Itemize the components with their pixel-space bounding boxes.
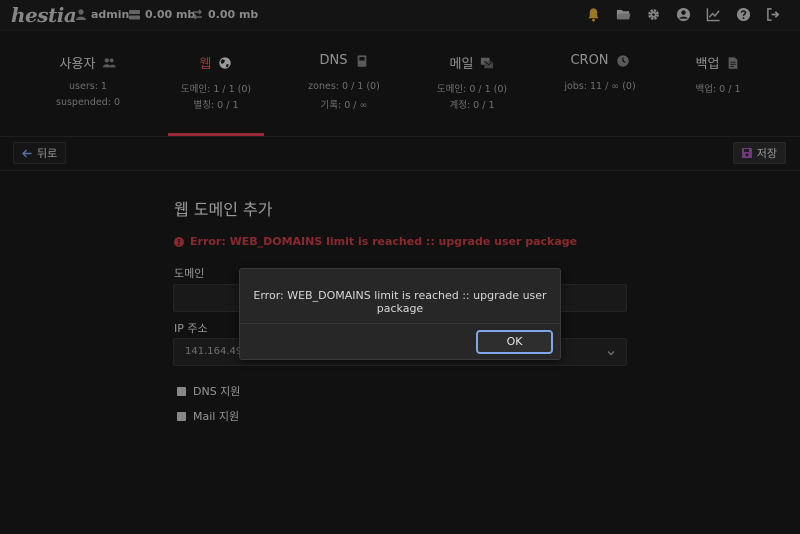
dialog-divider (240, 323, 560, 324)
dialog-message: Error: WEB_DOMAINS limit is reached :: u… (253, 289, 547, 315)
ok-button[interactable]: OK (476, 330, 553, 354)
alert-dialog: Error: WEB_DOMAINS limit is reached :: u… (239, 268, 561, 360)
modal-backdrop (0, 0, 800, 534)
